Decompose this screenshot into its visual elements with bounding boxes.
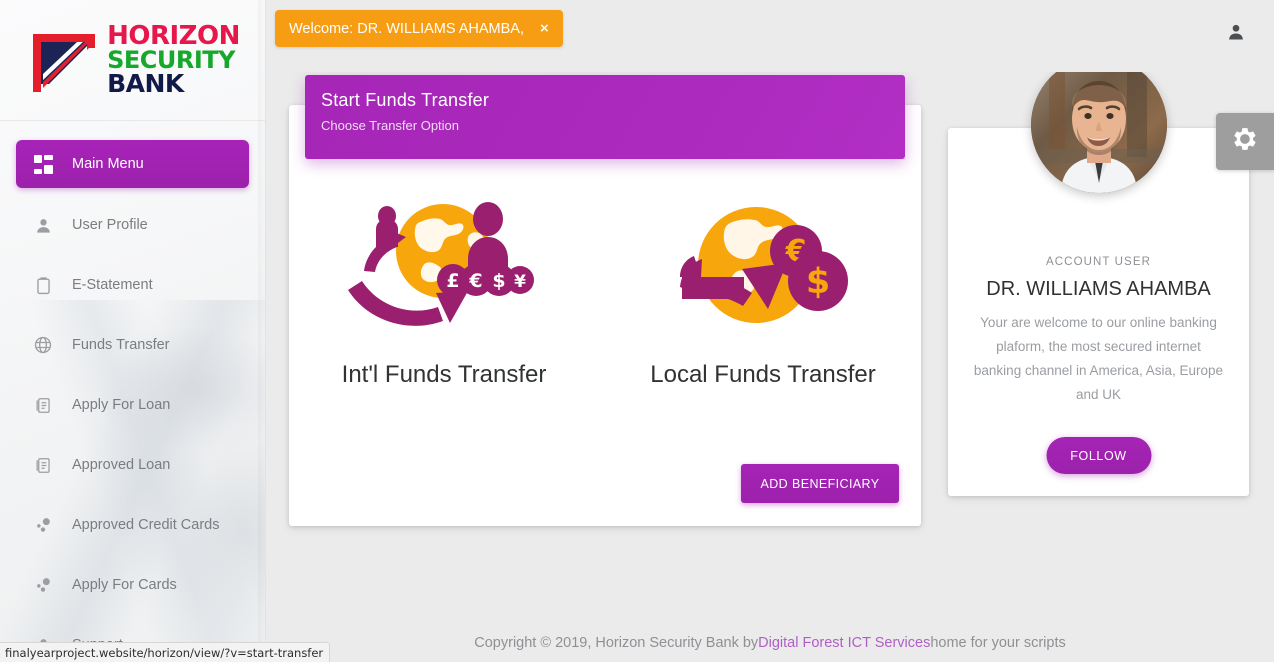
nodes-icon [28, 575, 58, 595]
account-user-card: ACCOUNT USER DR. WILLIAMS AHAMBA Your ar… [948, 57, 1249, 496]
document-icon [28, 456, 58, 475]
sidebar-item-label: Apply For Cards [72, 577, 177, 593]
sidebar-item-approved-credit-cards[interactable]: Approved Credit Cards [16, 502, 249, 548]
card-subtitle: Choose Transfer Option [321, 118, 460, 133]
sidebar-item-label: Approved Loan [72, 457, 171, 473]
sidebar-item-approved-loan[interactable]: Approved Loan [16, 442, 249, 488]
footer-link[interactable]: Digital Forest ICT Services [758, 635, 930, 651]
card-header: Start Funds Transfer Choose Transfer Opt… [305, 75, 905, 159]
svg-text:€: € [468, 270, 482, 292]
follow-button[interactable]: FOLLOW [1046, 437, 1151, 474]
profile-name: DR. WILLIAMS AHAMBA [986, 278, 1211, 300]
welcome-alert-text: Welcome: DR. WILLIAMS AHAMBA, [289, 20, 525, 37]
sidebar-item-apply-for-cards[interactable]: Apply For Cards [16, 562, 249, 608]
account-user-icon[interactable] [1226, 22, 1246, 47]
sidebar-item-label: Main Menu [72, 156, 144, 172]
welcome-alert: Welcome: DR. WILLIAMS AHAMBA, × [275, 10, 563, 47]
option-local-funds-transfer[interactable]: € $ Local Funds Transfer [605, 183, 921, 389]
document-icon [28, 396, 58, 415]
sidebar-item-apply-for-loan[interactable]: Apply For Loan [16, 382, 249, 428]
settings-tab-button[interactable] [1216, 113, 1274, 170]
status-bar-url: finalyearproject.website/horizon/view/?v… [5, 645, 324, 660]
profile-role-label: ACCOUNT USER [1046, 256, 1151, 268]
international-transfer-icon: £ € $ ¥ [289, 183, 605, 353]
svg-text:$: $ [492, 270, 505, 292]
top-bar: Welcome: DR. WILLIAMS AHAMBA, × [266, 0, 1274, 72]
sidebar-item-label: E-Statement [72, 277, 153, 293]
footer: Copyright © 2019, Horizon Security Bank … [266, 624, 1274, 662]
sidebar-item-label: User Profile [72, 217, 148, 233]
option-label: Local Funds Transfer [650, 361, 876, 388]
svg-text:$: $ [806, 262, 830, 302]
card-title: Start Funds Transfer [321, 90, 490, 110]
gear-icon [1232, 126, 1258, 157]
nodes-icon [28, 515, 58, 535]
sidebar-item-e-statement[interactable]: E-Statement [16, 262, 249, 308]
grid-icon [28, 154, 58, 174]
browser-status-bar: finalyearproject.website/horizon/view/?v… [0, 642, 331, 662]
svg-text:¥: ¥ [514, 272, 526, 292]
sidebar-item-user-profile[interactable]: User Profile [16, 202, 249, 248]
sidebar-item-main-menu[interactable]: Main Menu [16, 140, 249, 188]
main-content: Start Funds Transfer Choose Transfer Opt… [266, 57, 1274, 634]
sidebar-item-label: Approved Credit Cards [72, 517, 220, 533]
user-icon [28, 216, 58, 235]
sidebar: HORIZON SECURITY BANK Main Menu User Pro… [0, 0, 266, 662]
logo-text-line3: BANK [107, 68, 184, 98]
brand-logo[interactable]: HORIZON SECURITY BANK [0, 0, 265, 121]
option-label: Int'l Funds Transfer [341, 361, 547, 388]
sidebar-item-funds-transfer[interactable]: Funds Transfer [16, 322, 249, 368]
svg-text:£: £ [446, 270, 459, 292]
footer-suffix: home for your scripts [930, 635, 1066, 651]
sidebar-item-label: Apply For Loan [72, 397, 171, 413]
clipboard-icon [28, 276, 58, 295]
local-transfer-icon: € $ [605, 183, 921, 353]
sidebar-menu: Main Menu User Profile E-Statement Funds… [0, 121, 265, 662]
profile-description: Your are welcome to our online banking p… [973, 315, 1224, 402]
transfer-options: £ € $ ¥ Int'l Funds Transfer € $ Local F… [289, 183, 921, 389]
option-intl-funds-transfer[interactable]: £ € $ ¥ Int'l Funds Transfer [289, 183, 605, 389]
logo-flag-icon [25, 22, 103, 98]
add-beneficiary-button[interactable]: ADD BENEFICIARY [741, 464, 899, 503]
sidebar-item-label: Funds Transfer [72, 337, 170, 353]
footer-prefix: Copyright © 2019, Horizon Security Bank … [474, 635, 759, 651]
globe-icon [28, 335, 58, 355]
avatar [1030, 57, 1167, 193]
start-funds-transfer-card: Start Funds Transfer Choose Transfer Opt… [289, 75, 921, 526]
app-root: HORIZON SECURITY BANK Main Menu User Pro… [0, 0, 1274, 662]
close-icon[interactable]: × [540, 21, 549, 36]
